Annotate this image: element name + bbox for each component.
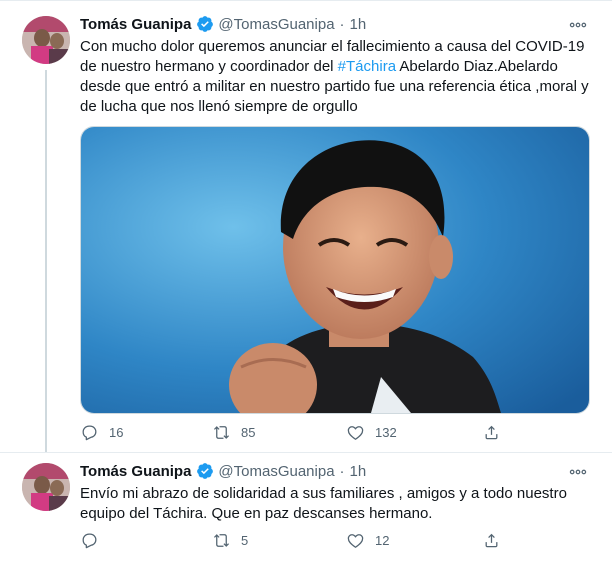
reply-button[interactable]: 16 xyxy=(80,420,123,444)
author-name[interactable]: Tomás Guanipa xyxy=(80,16,191,33)
share-icon xyxy=(485,533,498,547)
like-button[interactable]: 132 xyxy=(346,420,397,444)
share-button[interactable] xyxy=(482,420,511,444)
tweet-text: Envío mi abrazo de solidaridad a sus fam… xyxy=(80,485,567,522)
like-icon xyxy=(347,533,364,548)
photo-illustration xyxy=(81,127,589,413)
like-count: 132 xyxy=(375,424,397,440)
timestamp[interactable]: 1h xyxy=(350,463,367,480)
retweet-icon xyxy=(213,533,230,547)
tweet-1[interactable]: Tomás Guanipa @TomasGuanipa · 1h Con muc… xyxy=(0,0,612,453)
separator-dot: · xyxy=(339,15,345,33)
retweet-icon xyxy=(213,425,230,439)
hashtag-link[interactable]: #Táchira xyxy=(338,58,396,75)
avatar[interactable] xyxy=(22,463,70,511)
retweet-count: 85 xyxy=(241,424,256,440)
more-icon[interactable] xyxy=(568,15,588,35)
retweet-count: 5 xyxy=(241,532,249,548)
action-bar: 5 12 xyxy=(80,528,520,552)
share-button[interactable] xyxy=(482,528,511,552)
tweet-text: Con mucho dolor queremos anunciar el fal… xyxy=(80,37,590,117)
thread-line xyxy=(45,70,47,452)
verified-badge-icon xyxy=(197,16,214,32)
reply-icon xyxy=(82,533,97,548)
timestamp[interactable]: 1h xyxy=(350,16,367,33)
more-icon[interactable] xyxy=(568,462,588,482)
reply-count: 16 xyxy=(109,424,124,440)
tweet-header: Tomás Guanipa @TomasGuanipa · 1h xyxy=(80,460,366,482)
tweet-photo[interactable] xyxy=(80,126,590,414)
action-bar: 16 85 132 xyxy=(80,420,520,444)
retweet-button[interactable]: 85 xyxy=(212,420,255,444)
share-icon xyxy=(485,425,498,439)
author-handle[interactable]: @TomasGuanipa xyxy=(218,463,334,480)
reply-button[interactable] xyxy=(80,528,109,552)
author-name[interactable]: Tomás Guanipa xyxy=(80,463,191,480)
avatar[interactable] xyxy=(22,16,70,64)
separator-dot: · xyxy=(339,462,345,480)
like-button[interactable]: 12 xyxy=(346,528,389,552)
reply-icon xyxy=(82,425,97,440)
verified-badge-icon xyxy=(197,463,214,479)
author-handle[interactable]: @TomasGuanipa xyxy=(218,16,334,33)
tweet-2[interactable]: Tomás Guanipa @TomasGuanipa · 1h Envío m… xyxy=(0,453,612,567)
retweet-button[interactable]: 5 xyxy=(212,528,248,552)
like-icon xyxy=(347,425,364,440)
like-count: 12 xyxy=(375,532,390,548)
tweet-header: Tomás Guanipa @TomasGuanipa · 1h xyxy=(80,13,366,35)
